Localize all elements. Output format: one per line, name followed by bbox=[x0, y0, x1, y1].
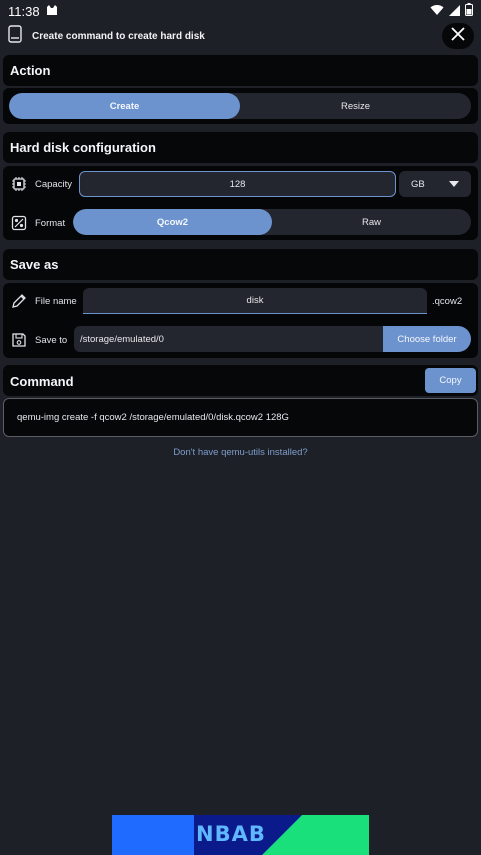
save-as-heading: Save as bbox=[10, 257, 59, 272]
save-icon bbox=[11, 332, 27, 348]
file-name-input[interactable]: disk bbox=[83, 288, 427, 314]
banner-logo-text: NBAB bbox=[196, 822, 266, 846]
copy-button[interactable]: Copy bbox=[425, 368, 476, 393]
command-output: qemu-img create -f qcow2 /storage/emulat… bbox=[3, 398, 478, 437]
chip-icon bbox=[11, 176, 27, 192]
unit-dropdown[interactable]: GB bbox=[399, 171, 471, 197]
command-heading: Command bbox=[10, 374, 74, 389]
capacity-label: Capacity bbox=[35, 179, 72, 190]
action-header: Action bbox=[3, 55, 478, 86]
banner-ad[interactable]: NBAB bbox=[112, 815, 369, 855]
unit-selected-value: GB bbox=[411, 178, 425, 190]
chevron-down-icon bbox=[449, 179, 459, 190]
file-name-label: File name bbox=[35, 296, 77, 307]
cell-signal-icon bbox=[449, 4, 460, 19]
action-body: Create Resize bbox=[3, 88, 478, 124]
notification-app-icon bbox=[46, 4, 58, 19]
qemu-utils-help-link[interactable]: Don't have qemu-utils installed? bbox=[0, 447, 481, 458]
action-segmented-control: Create Resize bbox=[9, 93, 471, 119]
status-bar: 11:38 bbox=[0, 0, 481, 22]
save-to-path: /storage/emulated/0 bbox=[74, 326, 394, 352]
format-raw-option[interactable]: Raw bbox=[272, 209, 471, 235]
command-text: qemu-img create -f qcow2 /storage/emulat… bbox=[17, 412, 289, 423]
close-icon bbox=[450, 26, 466, 47]
save-to-label: Save to bbox=[35, 335, 68, 346]
battery-icon bbox=[465, 3, 473, 19]
close-button[interactable] bbox=[442, 23, 474, 49]
pencil-icon bbox=[11, 293, 27, 309]
save-as-body: File name disk .qcow2 Save to /storage/e… bbox=[3, 283, 478, 358]
command-header: Command bbox=[3, 365, 478, 396]
hard-disk-header: Hard disk configuration bbox=[3, 132, 478, 163]
action-create-option[interactable]: Create bbox=[9, 93, 240, 119]
hard-disk-body: Capacity 128 GB Format Qcow2 Raw bbox=[3, 166, 478, 240]
dialog-title: Create command to create hard disk bbox=[32, 30, 205, 42]
format-icon bbox=[11, 215, 27, 231]
hard-disk-heading: Hard disk configuration bbox=[10, 140, 156, 155]
format-qcow2-option[interactable]: Qcow2 bbox=[73, 209, 272, 235]
format-segmented-control: Qcow2 Raw bbox=[73, 209, 471, 235]
app-bar: Create command to create hard disk bbox=[0, 22, 481, 50]
wifi-icon bbox=[430, 4, 444, 19]
hard-disk-icon bbox=[8, 24, 22, 48]
capacity-input[interactable]: 128 bbox=[79, 171, 396, 197]
choose-folder-button[interactable]: Choose folder bbox=[383, 326, 471, 352]
action-resize-option[interactable]: Resize bbox=[240, 93, 471, 119]
status-time: 11:38 bbox=[8, 3, 40, 19]
action-heading: Action bbox=[10, 63, 51, 78]
format-label: Format bbox=[35, 218, 66, 229]
save-as-header: Save as bbox=[3, 249, 478, 280]
file-extension: .qcow2 bbox=[432, 296, 463, 307]
